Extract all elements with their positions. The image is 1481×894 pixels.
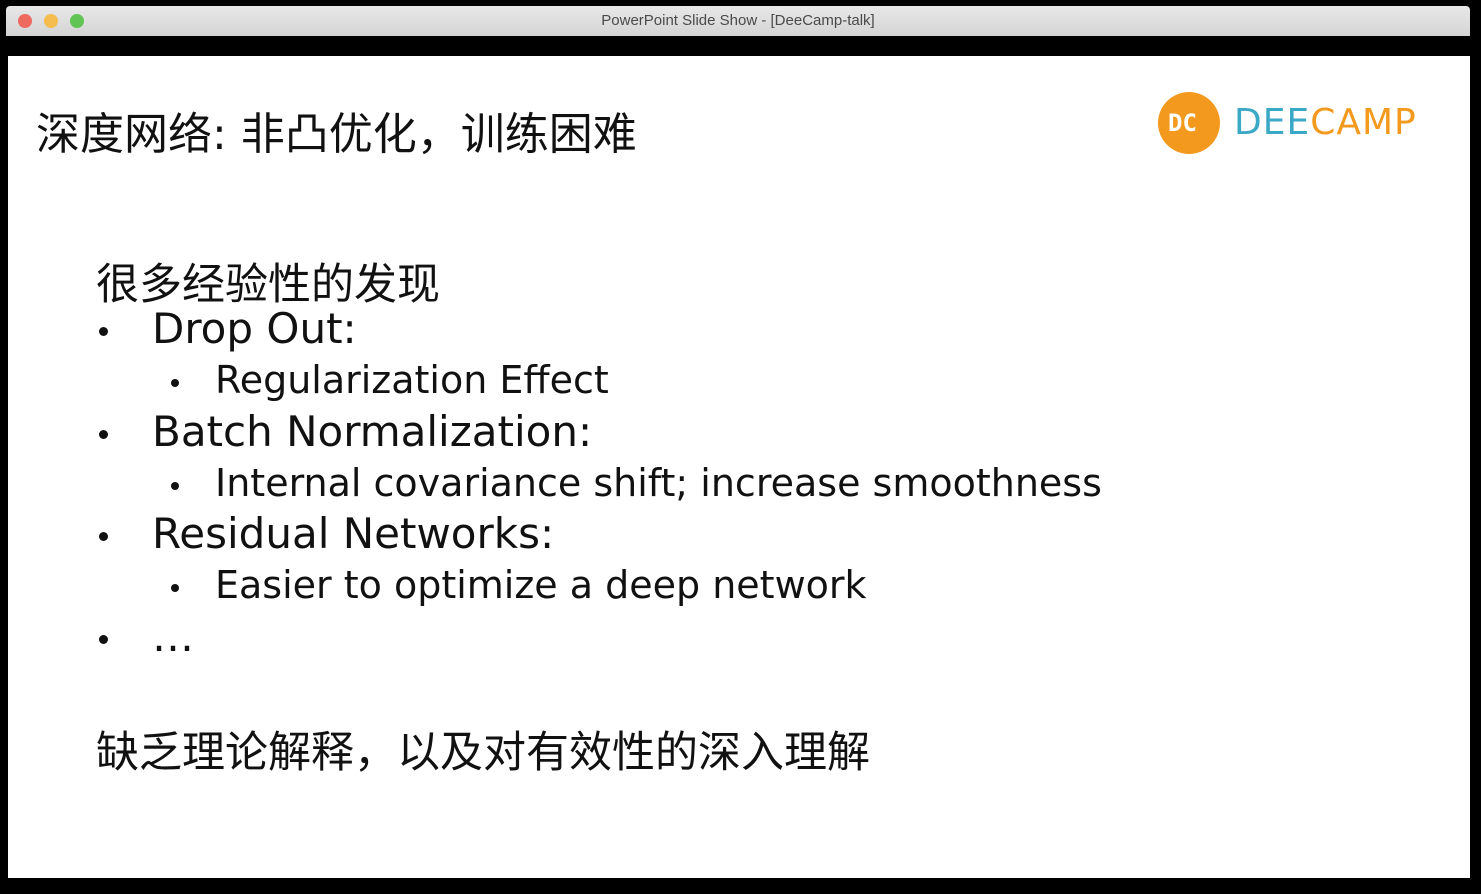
bullet-dropout: Drop Out:	[152, 304, 357, 353]
intro-text: 很多经验性的发现	[96, 260, 440, 310]
logo-mark-icon: DC	[1158, 92, 1220, 154]
window-titlebar: PowerPoint Slide Show - [DeeCamp-talk]	[6, 6, 1470, 36]
slide-title: 深度网络: 非凸优化，训练困难	[36, 109, 637, 160]
sub-bullet-resnet: Easier to optimize a deep network	[215, 563, 867, 607]
window-title: PowerPoint Slide Show - [DeeCamp-talk]	[601, 12, 875, 29]
bullet-batchnorm: Batch Normalization:	[152, 407, 593, 456]
sub-bullet-dropout: Regularization Effect	[215, 358, 609, 402]
bullet-ellipsis: …	[152, 612, 194, 661]
slide: 深度网络: 非凸优化，训练困难 DC DEECAMP 很多经验性的发现 Drop…	[8, 56, 1470, 878]
sub-bullet-batchnorm: Internal covariance shift; increase smoo…	[215, 461, 1102, 505]
conclusion-text: 缺乏理论解释，以及对有效性的深入理解	[96, 728, 870, 778]
bullet-icon	[171, 482, 179, 490]
bullet-icon	[99, 635, 108, 644]
bullet-icon	[171, 584, 179, 592]
bullet-resnet: Residual Networks:	[152, 509, 555, 558]
bullet-icon	[99, 327, 108, 336]
bullet-icon	[99, 532, 108, 541]
bullet-icon	[171, 379, 179, 387]
bullet-icon	[99, 430, 108, 439]
